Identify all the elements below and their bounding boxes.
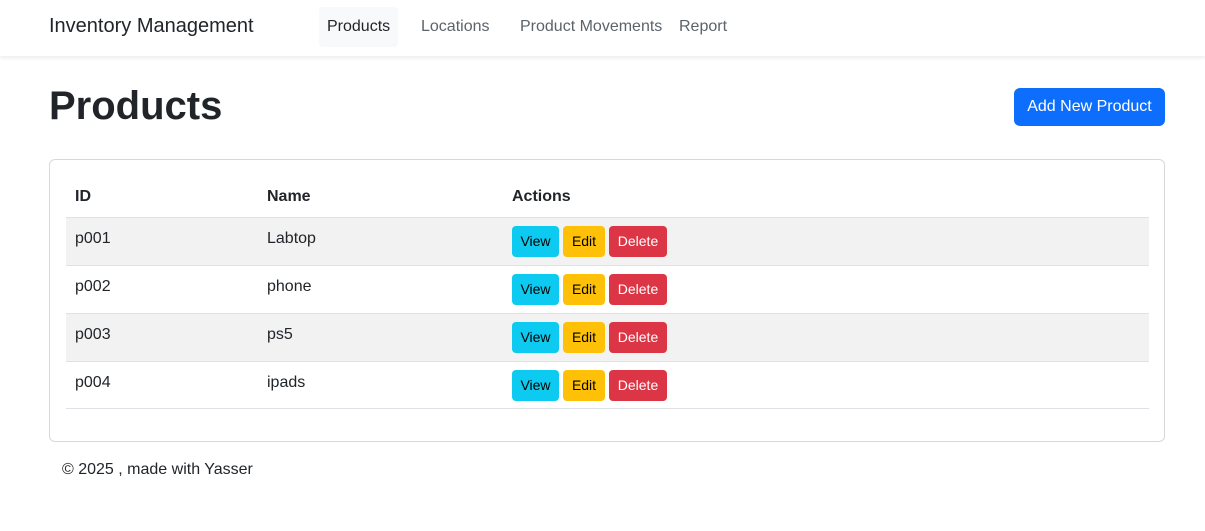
delete-button[interactable]: Delete — [609, 370, 667, 401]
view-button[interactable]: View — [512, 370, 559, 401]
product-id-cell: p004 — [75, 374, 111, 391]
table-row: p002 phone View Edit Delete — [66, 265, 1149, 313]
product-name-cell: ipads — [267, 374, 306, 391]
column-header-id: ID — [75, 188, 91, 205]
view-button[interactable]: View — [512, 274, 559, 305]
product-name-cell: ps5 — [267, 326, 293, 343]
edit-button[interactable]: Edit — [563, 274, 605, 305]
table-row: p004 ipads View Edit Delete — [66, 361, 1149, 409]
table-row: p003 ps5 View Edit Delete — [66, 313, 1149, 361]
delete-button[interactable]: Delete — [609, 226, 667, 257]
delete-button[interactable]: Delete — [609, 274, 667, 305]
view-button[interactable]: View — [512, 226, 559, 257]
nav-link-products[interactable]: Products — [319, 7, 399, 47]
table-row: p001 Labtop View Edit Delete — [66, 217, 1149, 265]
product-name-cell: phone — [267, 278, 312, 295]
nav-link-product-movements[interactable]: Product Movements — [520, 7, 662, 47]
nav-link-report[interactable]: Report — [679, 7, 727, 47]
column-header-name: Name — [267, 188, 311, 205]
product-id-cell: p003 — [75, 326, 111, 343]
brand-link[interactable]: Inventory Management — [49, 15, 254, 38]
column-header-actions: Actions — [512, 188, 571, 205]
edit-button[interactable]: Edit — [563, 370, 605, 401]
edit-button[interactable]: Edit — [563, 226, 605, 257]
footer-text: © 2025 , made with Yasser — [62, 461, 253, 478]
product-name-cell: Labtop — [267, 230, 316, 247]
product-id-cell: p001 — [75, 230, 111, 247]
add-new-product-button[interactable]: Add New Product — [1014, 88, 1165, 126]
products-table-card: ID Name Actions p001 Labtop View Edit De… — [49, 159, 1165, 442]
page-title: Products — [49, 84, 223, 128]
edit-button[interactable]: Edit — [563, 322, 605, 353]
delete-button[interactable]: Delete — [609, 322, 667, 353]
navbar: Inventory Management Products Locations … — [0, 0, 1205, 56]
view-button[interactable]: View — [512, 322, 559, 353]
product-id-cell: p002 — [75, 278, 111, 295]
nav-link-locations[interactable]: Locations — [421, 7, 490, 47]
